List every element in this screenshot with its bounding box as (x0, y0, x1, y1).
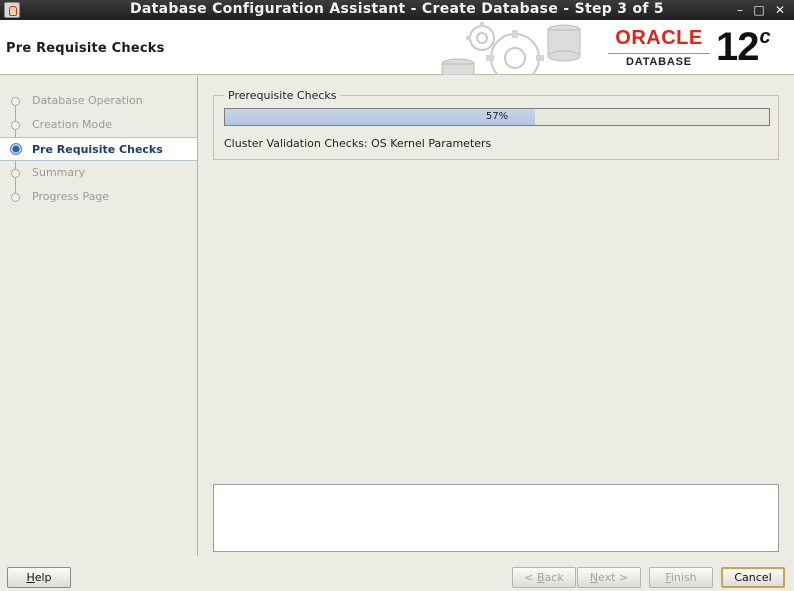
minimize-icon[interactable]: – (732, 2, 748, 18)
window-titlebar[interactable]: Database Configuration Assistant - Creat… (0, 0, 794, 20)
step-label: Creation Mode (32, 118, 113, 131)
progress-bar: 57% (224, 108, 770, 126)
close-icon[interactable]: ✕ (772, 2, 788, 18)
help-button[interactable]: Help (7, 567, 71, 588)
maximize-icon[interactable]: □ (751, 2, 767, 18)
wizard-header: Pre Requisite Checks ORACLE DATABASE 12c (0, 20, 794, 75)
oracle-brand: ORACLE (615, 27, 703, 49)
cancel-button[interactable]: Cancel (721, 567, 785, 588)
group-legend: Prerequisite Checks (224, 89, 341, 102)
back-button[interactable]: < Back (512, 567, 576, 588)
step-summary[interactable]: Summary (0, 161, 197, 185)
page-title: Pre Requisite Checks (6, 41, 165, 56)
finish-button[interactable]: Finish (649, 567, 713, 588)
prerequisite-checks-group: Prerequisite Checks 57% Cluster Validati… (213, 89, 779, 160)
step-label: Pre Requisite Checks (32, 143, 163, 156)
step-dot-icon (11, 169, 20, 178)
step-dot-icon (11, 193, 20, 202)
progress-percent-label: 57% (485, 111, 509, 122)
step-label: Summary (32, 166, 86, 179)
step-creation-mode[interactable]: Creation Mode (0, 113, 197, 137)
wizard-steps-sidebar: Database Operation Creation Mode Pre Req… (0, 76, 198, 556)
step-label: Database Operation (32, 94, 143, 107)
step-database-operation[interactable]: Database Operation (0, 89, 197, 113)
step-dot-icon (11, 97, 20, 106)
version-badge: 12c (716, 25, 771, 69)
oracle-logo: ORACLE DATABASE (608, 27, 710, 68)
details-text-area[interactable] (213, 484, 779, 552)
step-pre-requisite-checks[interactable]: Pre Requisite Checks (0, 137, 197, 161)
window-title: Database Configuration Assistant - Creat… (130, 1, 664, 17)
next-button[interactable]: Next > (577, 567, 641, 588)
gears-graphic-icon (441, 22, 581, 75)
progress-status-text: Cluster Validation Checks: OS Kernel Par… (224, 137, 492, 150)
step-progress-page[interactable]: Progress Page (0, 185, 197, 209)
active-step-dot-icon (10, 143, 22, 155)
step-dot-icon (11, 121, 20, 130)
version-number: 12 (716, 25, 759, 69)
version-suffix: c (759, 26, 771, 48)
step-label: Progress Page (32, 190, 110, 203)
database-wordmark: DATABASE (608, 53, 710, 68)
